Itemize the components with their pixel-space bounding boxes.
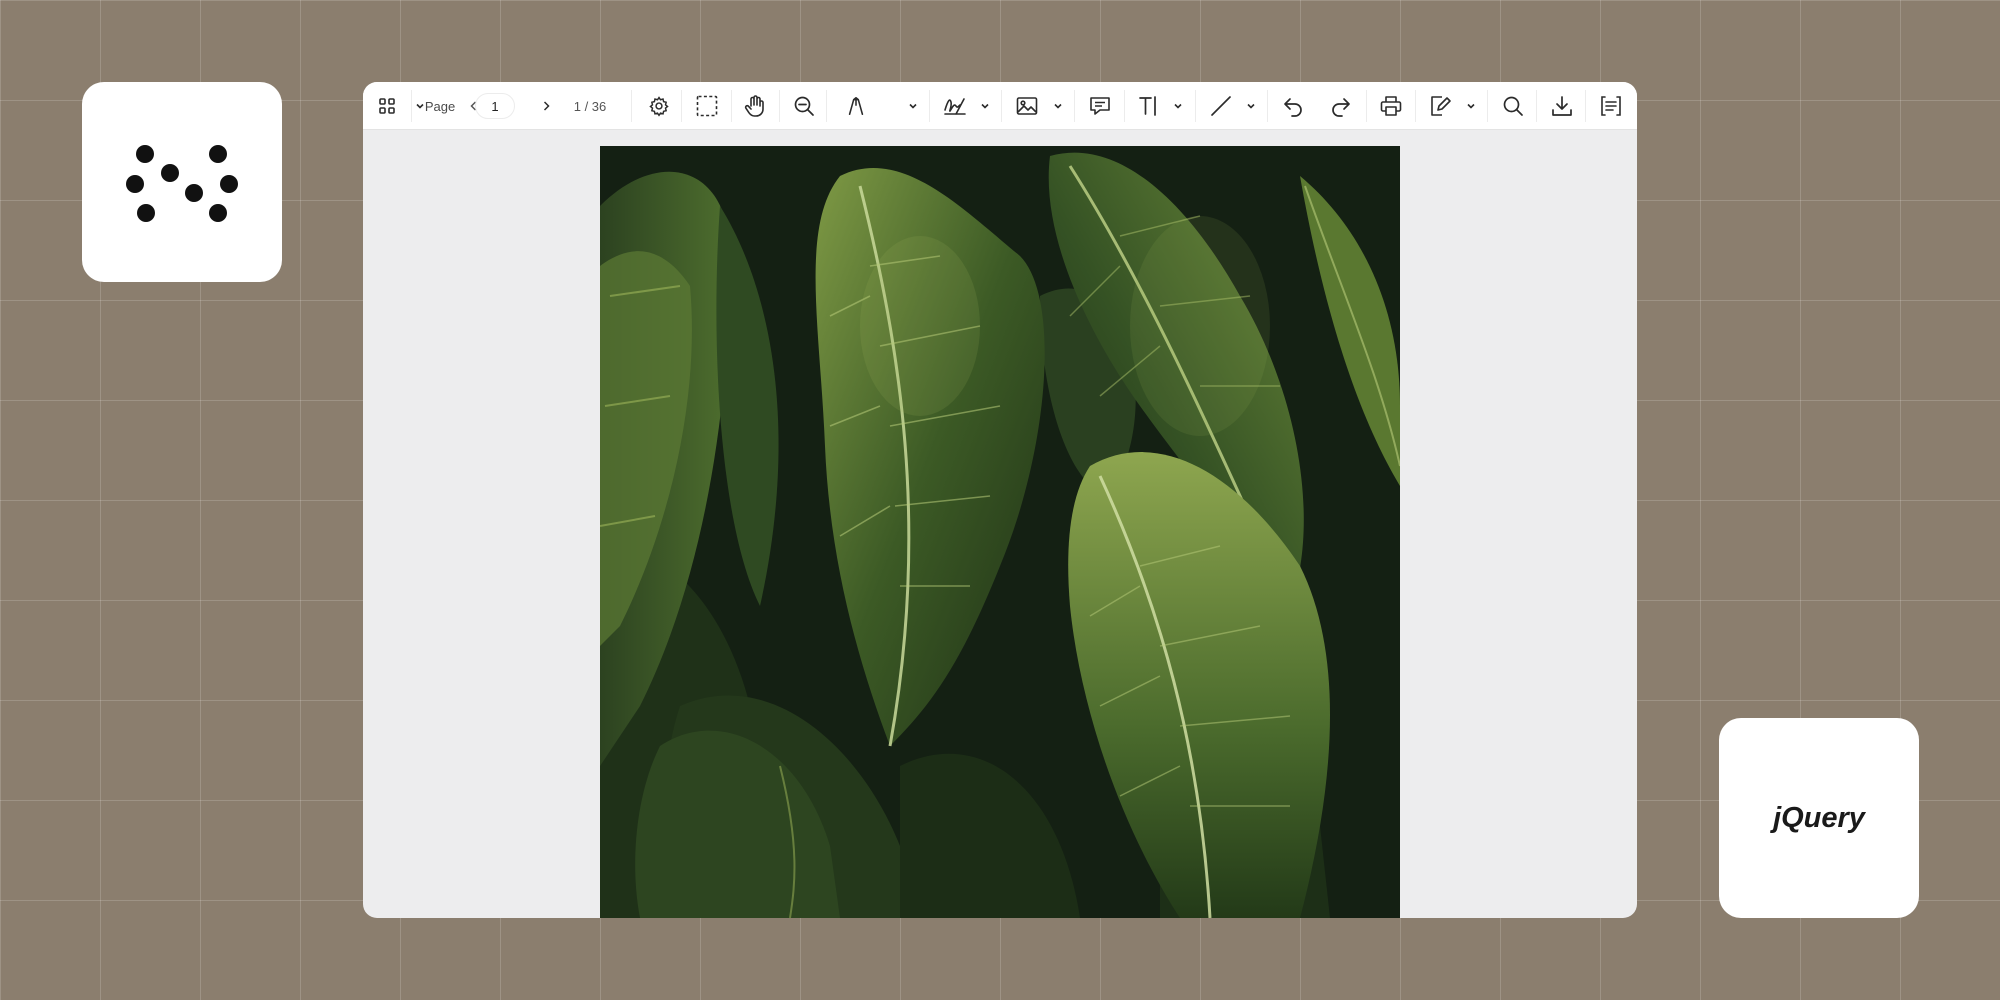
search-button[interactable] (1498, 82, 1528, 130)
chevron-down-icon (909, 103, 917, 109)
comment-icon (1090, 97, 1110, 115)
download-icon (1552, 96, 1572, 116)
line-icon (1211, 96, 1231, 116)
toolbar: Page 1 / 36 (363, 82, 1637, 130)
download-button[interactable] (1547, 82, 1577, 130)
zoom-out-icon (794, 96, 814, 116)
search-icon (1503, 96, 1523, 116)
image-options-dropdown[interactable] (1050, 82, 1066, 130)
leaves-image (600, 146, 1400, 918)
jquery-logo-card: jQuery (1719, 718, 1919, 918)
dot-logo-icon (126, 145, 238, 222)
toolbar-divider (1001, 90, 1002, 122)
toolbar-divider (731, 90, 732, 122)
toolbar-divider (1124, 90, 1125, 122)
jquery-logo: jQuery (1769, 802, 1867, 834)
text-options-dropdown[interactable] (1170, 82, 1186, 130)
print-icon (1380, 96, 1402, 116)
pen-icon (848, 96, 864, 116)
line-tool-button[interactable] (1206, 82, 1236, 130)
settings-button[interactable] (644, 82, 674, 130)
page-label: Page (424, 98, 456, 114)
edit-options-dropdown[interactable] (1463, 82, 1479, 130)
text-tool-button[interactable] (1134, 82, 1164, 130)
comment-button[interactable] (1085, 82, 1115, 130)
jquery-logo-text: jQuery (1769, 802, 1867, 834)
page-mode-dropdown[interactable]: Page (413, 82, 457, 130)
image-icon (1016, 97, 1038, 115)
line-options-dropdown[interactable] (1243, 82, 1259, 130)
undo-button[interactable] (1278, 82, 1308, 130)
toolbar-divider (1487, 90, 1488, 122)
signature-button[interactable] (938, 82, 972, 130)
redo-icon (1332, 98, 1350, 117)
toolbar-divider (1195, 90, 1196, 122)
edit-icon (1431, 96, 1451, 116)
toolbar-divider (1585, 90, 1586, 122)
hand-icon (744, 95, 764, 117)
pen-options-dropdown[interactable] (905, 82, 921, 130)
edit-button[interactable] (1425, 82, 1455, 130)
chevron-down-icon (981, 103, 989, 109)
print-button[interactable] (1376, 82, 1406, 130)
chevron-down-icon (1174, 103, 1182, 109)
toolbar-divider (1074, 90, 1075, 122)
document-page (600, 146, 1400, 918)
page-count: 1 / 36 (568, 82, 612, 130)
thumbnails-button[interactable] (373, 82, 401, 130)
pan-tool-button[interactable] (740, 82, 770, 130)
page-total-label: 1 / 36 (573, 98, 607, 114)
sidebar-toggle-button[interactable] (1596, 82, 1626, 130)
redo-button[interactable] (1326, 82, 1356, 130)
next-page-button[interactable] (538, 82, 554, 130)
toolbar-divider (1415, 90, 1416, 122)
pen-tool-button[interactable] (841, 82, 871, 130)
toolbar-divider (631, 90, 632, 122)
toolbar-divider (681, 90, 682, 122)
chevron-down-icon (1247, 103, 1255, 109)
grid-icon (379, 98, 395, 114)
signature-options-dropdown[interactable] (977, 82, 993, 130)
marquee-select-icon (696, 95, 718, 117)
chevron-down-icon (1054, 103, 1062, 109)
toolbar-divider (826, 90, 827, 122)
page-number-input[interactable] (475, 93, 515, 119)
chevron-down-icon (1467, 103, 1475, 109)
toolbar-divider (779, 90, 780, 122)
toolbar-divider (1366, 90, 1367, 122)
image-tool-button[interactable] (1012, 82, 1042, 130)
pdf-viewer: Page 1 / 36 (363, 82, 1637, 918)
undo-icon (1284, 98, 1302, 117)
dot-logo-card (82, 82, 282, 282)
chevron-right-icon (543, 101, 550, 111)
marquee-select-button[interactable] (692, 82, 722, 130)
zoom-out-button[interactable] (789, 82, 819, 130)
toolbar-divider (1267, 90, 1268, 122)
gear-icon (649, 96, 669, 117)
toolbar-divider (411, 90, 412, 122)
toolbar-divider (1536, 90, 1537, 122)
toolbar-divider (929, 90, 930, 122)
text-icon (1139, 96, 1156, 116)
chevron-down-icon (416, 103, 424, 109)
sidebar-icon (1601, 96, 1621, 116)
signature-icon (944, 98, 966, 115)
